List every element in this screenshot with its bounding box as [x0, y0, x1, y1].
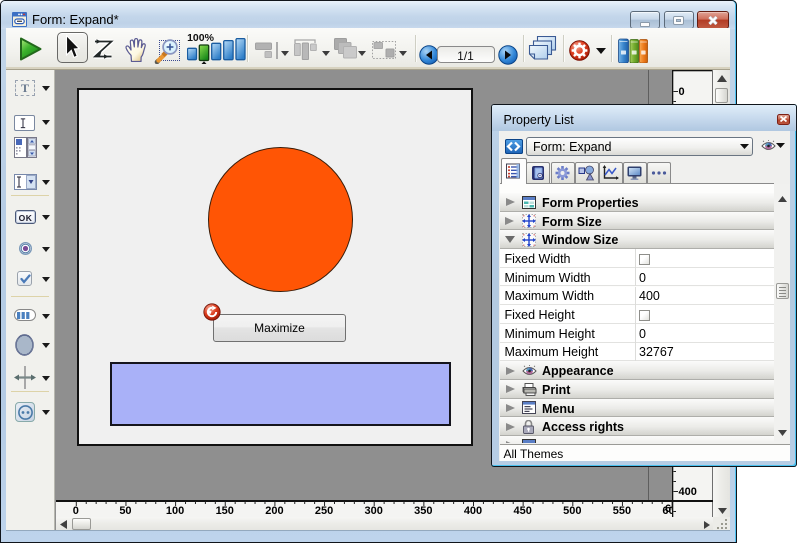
svg-text:400: 400 [464, 505, 482, 517]
svg-text:400: 400 [679, 486, 697, 498]
svg-text:0: 0 [679, 86, 685, 98]
svg-text:550: 550 [613, 505, 631, 517]
svg-text:200: 200 [265, 505, 283, 517]
svg-text:0: 0 [73, 505, 79, 517]
svg-text:100: 100 [166, 505, 184, 517]
svg-text:450: 450 [513, 505, 531, 517]
svg-text:300: 300 [365, 505, 383, 517]
svg-text:350: 350 [414, 505, 432, 517]
svg-text:150: 150 [216, 505, 234, 517]
svg-text:50: 50 [119, 505, 131, 517]
svg-text:500: 500 [563, 505, 581, 517]
svg-text:250: 250 [315, 505, 333, 517]
